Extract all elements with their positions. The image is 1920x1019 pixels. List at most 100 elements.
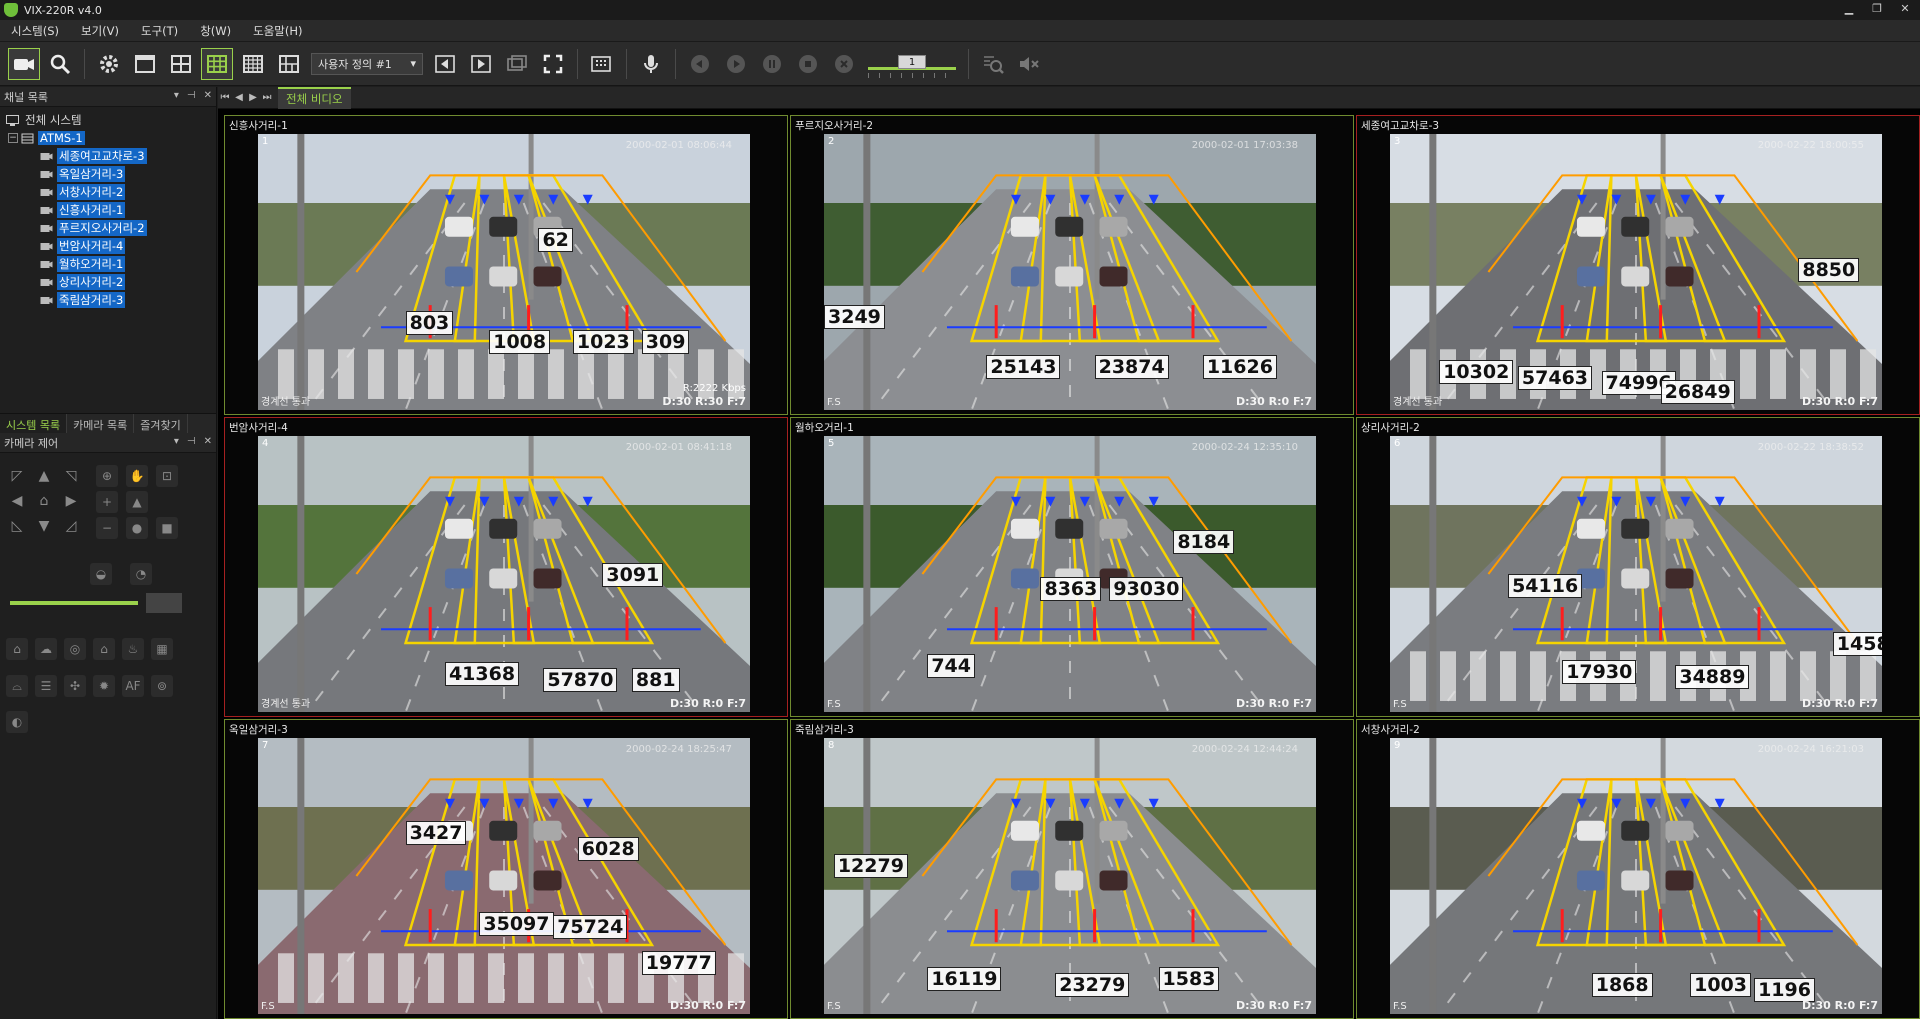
alarm-icon[interactable]: ♨ [122,638,144,660]
tree-root[interactable]: 전체 시스템 [0,111,216,129]
video-feed[interactable]: 4 2000-02-01 08:41:18 3091 41368 57870 881 경계선… [258,436,750,712]
dropdown-icon[interactable]: ▾ [174,436,179,447]
menu-view[interactable]: 보기(V) [70,23,130,39]
video-feed[interactable]: 9 2000-02-24 16:21:03 1868 1003 1196 F.S D:30 … [1390,738,1882,1014]
ptz-speed-box[interactable] [146,593,182,613]
ptz-up-icon[interactable]: ▲ [33,465,55,487]
channel-item[interactable]: 푸르지오사거리-2 [0,219,216,237]
microphone-icon[interactable] [635,48,667,80]
video-feed[interactable]: 1 2000-02-01 08:06:44 62 803 1008 1023 309 R:22… [258,134,750,410]
home-icon[interactable]: ⌂ [6,638,28,660]
camera-icon[interactable] [8,47,40,80]
ptz-up-left-icon[interactable]: ◸ [6,465,28,487]
zoom-search-icon[interactable] [977,48,1009,80]
iris-icon[interactable]: ◒ [90,563,112,585]
speed-icon[interactable]: ◔ [130,563,152,585]
minus-icon[interactable]: − [96,517,118,539]
autofocus-icon[interactable]: AF [122,675,144,697]
wireless-icon[interactable]: ◎ [64,638,86,660]
channel-item[interactable]: 세종여고교차로-3 [0,147,216,165]
last-tab-icon[interactable]: ⏭ [260,92,274,103]
close-icon[interactable]: ✕ [1898,2,1912,15]
tree-group[interactable]: − ATMS-1 [0,129,216,147]
list-icon[interactable]: ☰ [35,675,57,697]
video-cell[interactable]: 푸르지오사거리-2 2 2000-02-01 17:03:38 3249 25143 23… [790,115,1354,415]
tab-camera-list[interactable]: 카메라 목록 [67,414,135,433]
slider-thumb[interactable]: 1 [898,54,926,69]
menu-help[interactable]: 도움말(H) [242,23,313,39]
ptz-home-icon[interactable]: ⌂ [33,490,55,512]
prev-icon[interactable] [429,48,461,80]
channel-item[interactable]: 월하오거리-1 [0,255,216,273]
video-feed[interactable]: 8 2000-02-24 12:44:24 12279 16119 23279 1583 F… [824,738,1316,1014]
video-feed[interactable]: 7 2000-02-24 18:25:47 3427 6028 35097 75724 19… [258,738,750,1014]
target-icon[interactable]: ⊚ [151,675,173,697]
gear-icon[interactable] [93,48,125,80]
close-icon[interactable]: ✕ [204,436,212,447]
video-cell[interactable]: 상리사거리-2 6 2000-02-22 18:38:52 54116 17930 348… [1356,417,1920,717]
video-feed[interactable]: 5 2000-02-24 12:35:10 8184 8363 93030 744 F.S D… [824,436,1316,712]
channel-item[interactable]: 옥일삼거리-3 [0,165,216,183]
pin-icon[interactable]: ⊣ [187,436,196,447]
fullscreen-icon[interactable] [537,48,569,80]
settings-icon[interactable]: ✹ [93,675,115,697]
ptz-up-right-icon[interactable]: ◹ [60,465,82,487]
channel-item[interactable]: 신흥사거리-1 [0,201,216,219]
tab-favorites[interactable]: 즐겨찾기 [134,414,188,433]
video-cell[interactable]: 옥일삼거리-3 7 2000-02-24 18:25:47 3427 6028 35097… [224,719,788,1019]
layout-preset-select[interactable]: 사용자 정의 #1 ▾ [311,52,423,75]
next-tab-icon[interactable]: ▶ [246,92,260,103]
play-icon[interactable] [720,48,752,80]
ptz-left-icon[interactable]: ◀ [6,490,28,512]
video-cell[interactable]: 세종여고교차로-3 3 2000-02-22 18:00:55 8850 10302 57… [1356,115,1920,415]
prev-tab-icon[interactable]: ◀ [232,92,246,103]
fan-icon[interactable]: ✣ [64,675,86,697]
wiper-icon[interactable]: ⌓ [6,675,28,697]
mute-icon[interactable] [1013,48,1045,80]
video-cell[interactable]: 신흥사거리-1 1 2000-02-01 08:06:44 62 803 1008 1023… [224,115,788,415]
first-tab-icon[interactable]: ⏮ [218,92,232,103]
user-icon[interactable]: ● [126,517,148,539]
ptz-down-left-icon[interactable]: ◺ [6,515,28,537]
zoom-in-icon[interactable]: ⊕ [96,465,118,487]
dropdown-icon[interactable]: ▾ [174,90,179,101]
house-icon[interactable]: ⌂ [93,638,115,660]
close-icon[interactable]: ✕ [204,90,212,101]
lock-icon[interactable]: ■ [156,517,178,539]
layout-16-icon[interactable] [237,48,269,80]
channel-item[interactable]: 상리사거리-2 [0,273,216,291]
layout-4-icon[interactable] [165,48,197,80]
video-cell[interactable]: 죽림삼거리-3 8 2000-02-24 12:44:24 12279 16119 232… [790,719,1354,1019]
tab-all-video[interactable]: 전체 비디오 [278,86,351,109]
layout-custom-icon[interactable] [273,48,305,80]
channel-item[interactable]: 서창사거리-2 [0,183,216,201]
layout-9-icon[interactable] [201,47,233,80]
cancel-icon[interactable] [828,48,860,80]
ptz-down-icon[interactable]: ▼ [33,515,55,537]
minimize-icon[interactable]: ▁ [1842,2,1856,15]
playback-speed-slider[interactable]: 1 [868,49,956,79]
channel-item[interactable]: 번암사거리-4 [0,237,216,255]
search-icon[interactable] [44,48,76,80]
ptz-speed-slider[interactable] [10,601,138,605]
mountain-icon[interactable]: ▲ [126,491,148,513]
collapse-icon[interactable]: − [8,133,18,143]
grid-icon[interactable]: ▦ [151,638,173,660]
cloud-icon[interactable]: ☁ [35,638,57,660]
restore-icon[interactable]: ❐ [1870,2,1884,15]
hand-icon[interactable]: ✋ [126,465,148,487]
pin-icon[interactable]: ⊣ [187,90,196,101]
channel-item[interactable]: 죽림삼거리-3 [0,291,216,309]
video-feed[interactable]: 6 2000-02-22 18:38:52 54116 17930 34889 14588… [1390,436,1882,712]
menu-tools[interactable]: 도구(T) [130,23,189,39]
pause-icon[interactable] [756,48,788,80]
video-feed[interactable]: 2 2000-02-01 17:03:38 3249 25143 23874 11626 F… [824,134,1316,410]
tab-system-list[interactable]: 시스템 목록 [0,414,68,433]
snapshot-icon[interactable] [501,48,533,80]
next-icon[interactable] [465,48,497,80]
stop-icon[interactable] [792,48,824,80]
menu-system[interactable]: 시스템(S) [0,23,70,39]
focus-icon[interactable]: ⊡ [156,465,178,487]
video-cell[interactable]: 월하오거리-1 5 2000-02-24 12:35:10 8184 8363 93030… [790,417,1354,717]
video-cell[interactable]: 번암사거리-4 4 2000-02-01 08:41:18 3091 41368 5787… [224,417,788,717]
